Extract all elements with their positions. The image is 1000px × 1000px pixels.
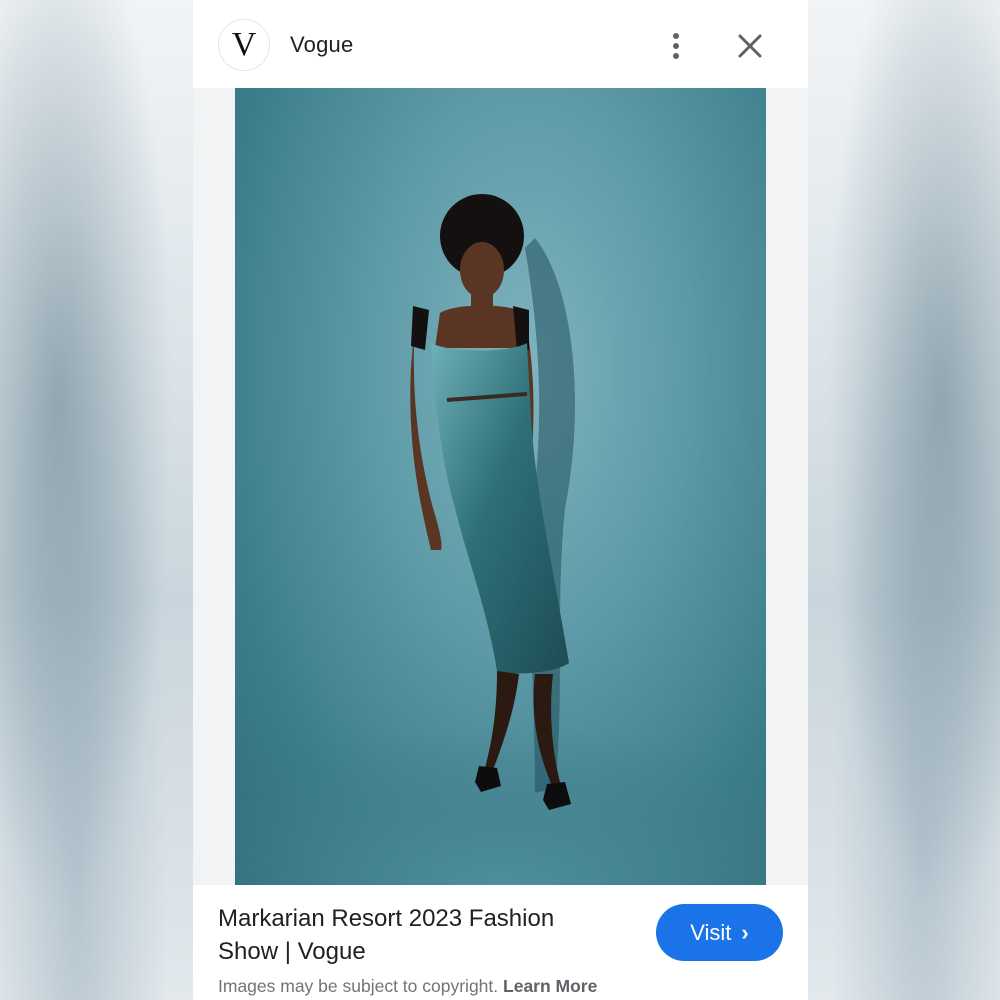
copyright-text: Images may be subject to copyright. <box>218 976 499 996</box>
more-options-button[interactable] <box>660 28 692 64</box>
close-icon <box>738 34 762 58</box>
more-vert-icon <box>673 33 679 39</box>
image-viewer-sheet: V Vogue Markarian Resort 2023 Fashion Sh… <box>193 0 808 1000</box>
close-button[interactable] <box>734 30 766 62</box>
fashion-photo[interactable] <box>235 88 766 885</box>
background-blur-right <box>807 0 1000 1000</box>
photo-illustration <box>235 194 766 885</box>
source-name[interactable]: Vogue <box>290 32 353 58</box>
viewer-header: V Vogue <box>193 0 808 88</box>
copyright-notice: Images may be subject to copyright. Lear… <box>218 976 597 997</box>
source-logo[interactable]: V <box>218 19 270 71</box>
viewer-footer: Markarian Resort 2023 Fashion Show | Vog… <box>193 885 808 1000</box>
source-logo-letter: V <box>231 26 257 63</box>
learn-more-link[interactable]: Learn More <box>503 976 597 996</box>
visit-button[interactable]: Visit › <box>656 904 783 961</box>
image-caption[interactable]: Markarian Resort 2023 Fashion Show | Vog… <box>218 902 618 968</box>
chevron-right-icon: › <box>741 919 749 945</box>
background-blur-left <box>0 0 193 1000</box>
visit-label: Visit <box>690 919 732 945</box>
